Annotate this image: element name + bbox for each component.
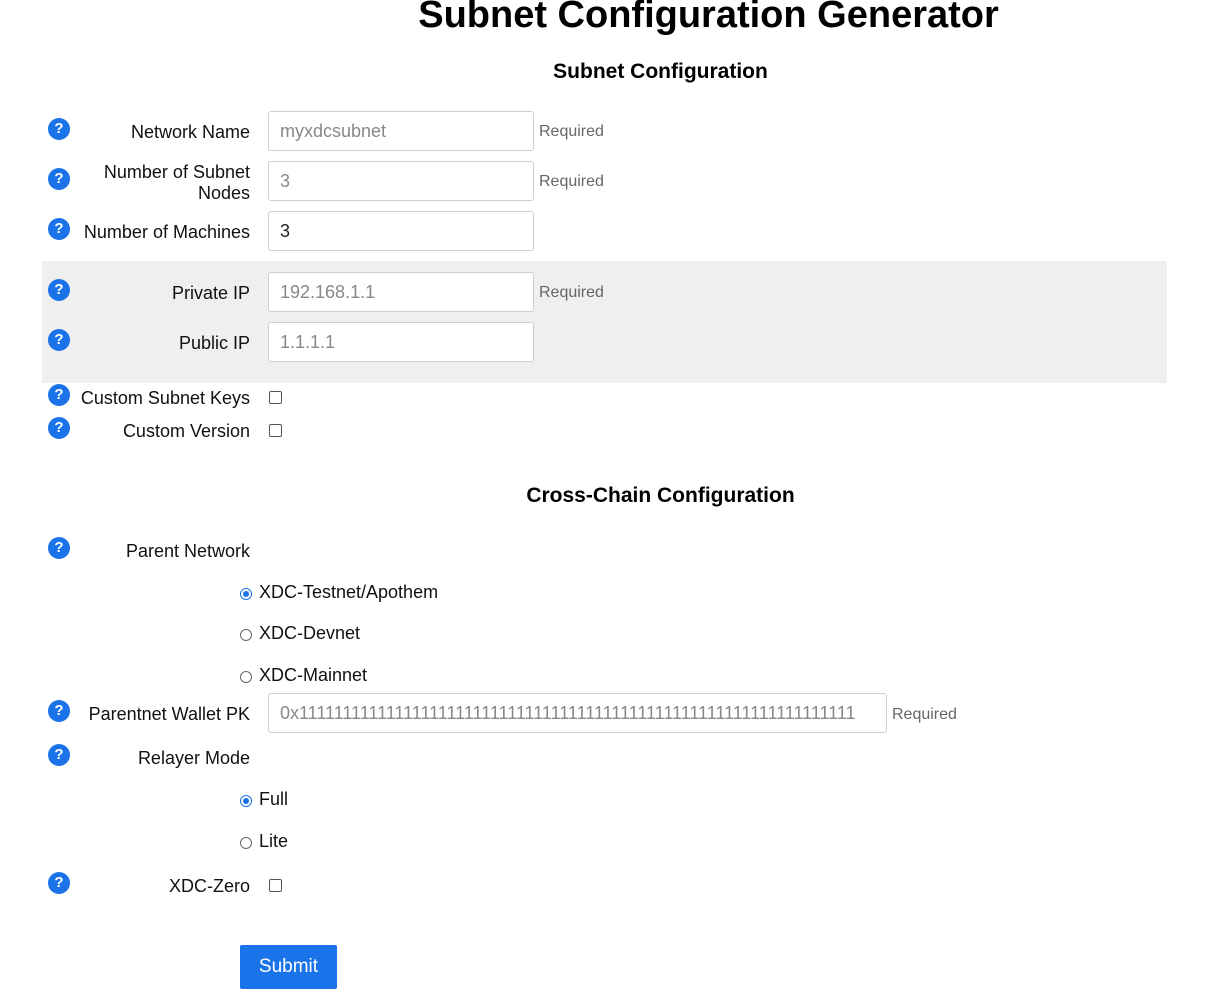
radio-full[interactable] <box>240 795 252 807</box>
radio-lite[interactable] <box>240 837 252 849</box>
wallet-pk-required: Required <box>892 706 957 723</box>
public-ip-label: Public IP <box>178 333 250 353</box>
radio-full-label[interactable]: Full <box>259 789 288 810</box>
subnet-nodes-input[interactable]: 3 <box>268 161 534 201</box>
network-name-label: Network Name <box>130 122 250 142</box>
subnet-nodes-label-line2: Nodes <box>197 183 250 203</box>
subnet-nodes-label: Number of Subnet Nodes <box>60 162 250 204</box>
parent-network-label: Parent Network <box>125 541 250 561</box>
machines-label: Number of Machines <box>83 222 250 242</box>
radio-mainnet-label[interactable]: XDC-Mainnet <box>259 665 367 686</box>
custom-version-label: Custom Version <box>122 421 250 441</box>
subnet-nodes-required: Required <box>539 173 604 190</box>
private-ip-required: Required <box>539 284 604 301</box>
radio-devnet-label[interactable]: XDC-Devnet <box>259 623 360 644</box>
machine-ip-group <box>42 261 1167 383</box>
network-name-input[interactable]: myxdcsubnet <box>268 111 534 151</box>
custom-keys-label: Custom Subnet Keys <box>80 388 250 408</box>
custom-keys-checkbox[interactable] <box>269 391 282 404</box>
radio-mainnet[interactable] <box>240 671 252 683</box>
public-ip-input[interactable]: 1.1.1.1 <box>268 322 534 362</box>
xdc-zero-label: XDC-Zero <box>168 876 250 896</box>
network-name-required: Required <box>539 123 604 140</box>
wallet-pk-label: Parentnet Wallet PK <box>88 704 250 724</box>
submit-button[interactable]: Submit <box>240 945 337 989</box>
private-ip-input[interactable]: 192.168.1.1 <box>268 272 534 312</box>
custom-version-checkbox[interactable] <box>269 424 282 437</box>
radio-testnet-label[interactable]: XDC-Testnet/Apothem <box>259 582 438 603</box>
subnet-nodes-label-line1: Number of Subnet <box>103 162 250 182</box>
crosschain-section-title: Cross-Chain Configuration <box>526 484 795 507</box>
xdc-zero-checkbox[interactable] <box>269 879 282 892</box>
page-title: Subnet Configuration Generator <box>418 0 999 36</box>
private-ip-label: Private IP <box>171 283 250 303</box>
relayer-mode-label: Relayer Mode <box>137 748 250 768</box>
subnet-section-title: Subnet Configuration <box>553 60 768 83</box>
machines-input[interactable]: 3 <box>268 211 534 251</box>
radio-lite-label[interactable]: Lite <box>259 831 288 852</box>
wallet-pk-input[interactable]: 0x11111111111111111111111111111111111111… <box>268 693 887 733</box>
radio-testnet[interactable] <box>240 588 252 600</box>
radio-devnet[interactable] <box>240 629 252 641</box>
